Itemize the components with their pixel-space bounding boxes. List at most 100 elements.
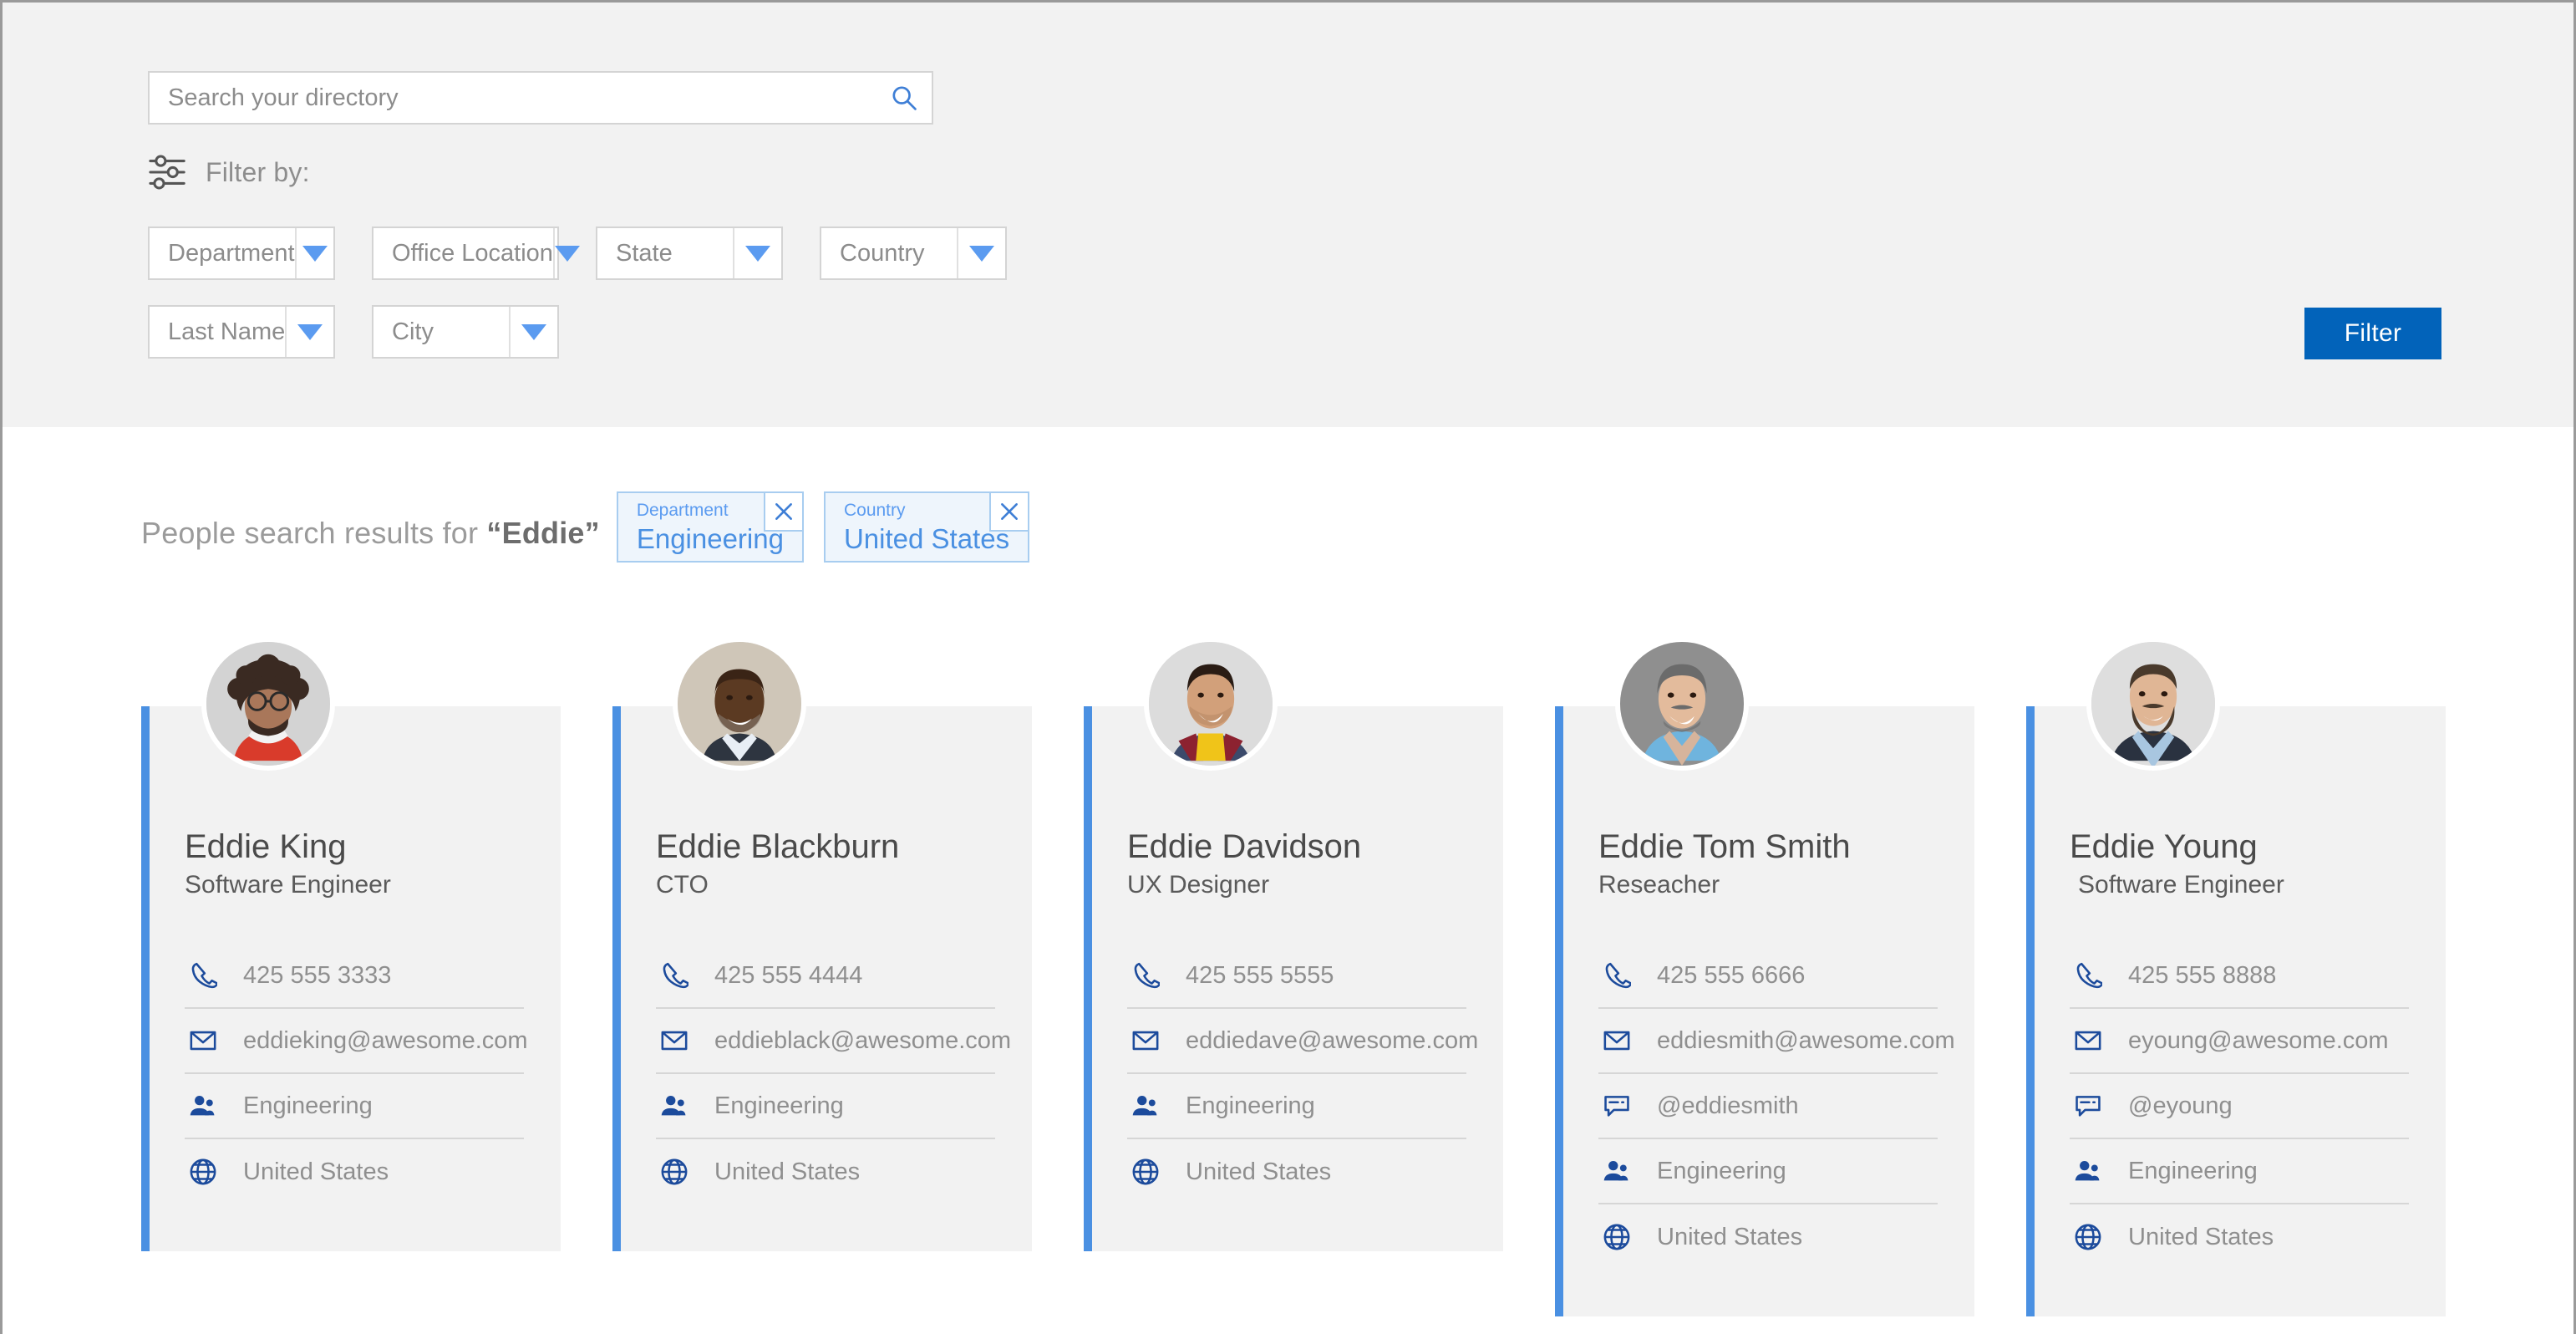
filter-button[interactable]: Filter: [2304, 308, 2441, 359]
chat-icon: [1598, 1087, 1635, 1124]
dropdown-last-name[interactable]: Last Name: [148, 305, 335, 359]
filter-dropdown-row-2: Last Name City: [148, 305, 1761, 359]
phone-icon: [2070, 957, 2106, 994]
person-detail-rows: 425 555 5555 eddiedave@awesome.com Engin…: [1127, 944, 1478, 1204]
search-input[interactable]: [150, 73, 876, 123]
person-card[interactable]: Eddie Tom Smith Reseacher 425 555 6666 e…: [1555, 637, 1974, 1316]
filter-chip-country[interactable]: Country United States: [823, 491, 1030, 563]
person-card[interactable]: Eddie Davidson UX Designer 425 555 5555: [1084, 637, 1503, 1251]
detail-row-phone[interactable]: 425 555 4444: [656, 944, 995, 1009]
dropdown-office-location[interactable]: Office Location: [372, 227, 580, 280]
chevron-down-icon[interactable]: [733, 228, 781, 278]
filter-by-label: Filter by:: [206, 156, 310, 187]
detail-row-country[interactable]: United States: [656, 1139, 995, 1204]
dropdown-department-label: Department: [168, 239, 295, 267]
department-icon: [185, 1087, 221, 1124]
dropdown-last-name-label: Last Name: [168, 318, 286, 345]
detail-phone-value: 425 555 3333: [243, 961, 392, 989]
phone-icon: [1127, 957, 1164, 994]
dropdown-country-label: Country: [840, 239, 925, 267]
chevron-down-icon[interactable]: [552, 228, 580, 278]
detail-row-department[interactable]: Engineering: [1127, 1074, 1466, 1139]
people-directory-page: Filter by: Department Office Location St…: [0, 0, 2576, 1334]
department-icon: [1598, 1153, 1635, 1189]
person-title: Software Engineer: [185, 871, 391, 899]
filter-dropdown-row-1: Department Office Location State Country: [148, 227, 1761, 280]
detail-phone-value: 425 555 6666: [1657, 961, 1806, 989]
close-icon[interactable]: [763, 491, 804, 532]
filter-chip-country-value: United States: [843, 523, 1010, 555]
detail-row-phone[interactable]: 425 555 6666: [1598, 944, 1938, 1009]
dropdown-department[interactable]: Department: [148, 227, 335, 280]
detail-email-value: eyoung@awesome.com: [2128, 1026, 2389, 1054]
chevron-down-icon[interactable]: [285, 307, 333, 357]
dropdown-state-label: State: [616, 239, 673, 267]
detail-row-department[interactable]: Engineering: [185, 1074, 524, 1139]
email-icon: [656, 1022, 693, 1059]
detail-row-email[interactable]: eddieking@awesome.com: [185, 1009, 528, 1074]
person-name: Eddie King: [185, 828, 347, 865]
detail-row-country[interactable]: United States: [185, 1139, 524, 1204]
person-title: CTO: [656, 871, 709, 899]
detail-row-phone[interactable]: 425 555 8888: [2070, 944, 2409, 1009]
person-card[interactable]: Eddie King Software Engineer 425 555 333…: [141, 637, 561, 1251]
phone-icon: [1598, 957, 1635, 994]
detail-row-country[interactable]: United States: [1127, 1139, 1466, 1204]
detail-phone-value: 425 555 4444: [714, 961, 863, 989]
detail-chat-value: @eddiesmith: [1657, 1092, 1799, 1119]
detail-row-department[interactable]: Engineering: [1598, 1139, 1938, 1204]
search-box[interactable]: [148, 71, 933, 125]
detail-row-phone[interactable]: 425 555 5555: [1127, 944, 1466, 1009]
detail-row-department[interactable]: Engineering: [656, 1074, 995, 1139]
dropdown-city-label: City: [392, 318, 434, 345]
detail-row-email[interactable]: eddieblack@awesome.com: [656, 1009, 1011, 1074]
detail-row-email[interactable]: eddiedave@awesome.com: [1127, 1009, 1478, 1074]
detail-country-value: United States: [2128, 1223, 2274, 1250]
detail-row-email[interactable]: eyoung@awesome.com: [2070, 1009, 2409, 1074]
detail-row-department[interactable]: Engineering: [2070, 1139, 2409, 1204]
detail-row-phone[interactable]: 425 555 3333: [185, 944, 524, 1009]
globe-icon: [656, 1153, 693, 1190]
detail-email-value: eddiedave@awesome.com: [1186, 1026, 1479, 1054]
filter-chip-country-label: Country: [843, 501, 906, 520]
detail-row-country[interactable]: United States: [1598, 1204, 1938, 1270]
search-icon[interactable]: [876, 73, 932, 123]
globe-icon: [2070, 1219, 2106, 1255]
filter-chip-department[interactable]: Department Engineering: [616, 491, 804, 563]
department-icon: [1127, 1087, 1164, 1124]
chevron-down-icon[interactable]: [509, 307, 557, 357]
email-icon: [185, 1022, 221, 1059]
person-card[interactable]: Eddie Young Software Engineer 425 555 88…: [2026, 637, 2446, 1316]
person-card[interactable]: Eddie Blackburn CTO 425 555 4444 eddiebl…: [612, 637, 1032, 1251]
detail-row-email[interactable]: eddiesmith@awesome.com: [1598, 1009, 1955, 1074]
detail-country-value: United States: [1657, 1223, 1803, 1250]
dropdown-country[interactable]: Country: [820, 227, 1007, 280]
detail-row-chat[interactable]: @eyoung: [2070, 1074, 2409, 1139]
avatar: [673, 637, 806, 771]
department-icon: [656, 1087, 693, 1124]
active-filter-chips: Department Engineering Country United St…: [616, 491, 1030, 563]
detail-department-value: Engineering: [714, 1092, 844, 1119]
avatar: [1615, 637, 1749, 771]
results-title: People search results for “Eddie”: [141, 516, 600, 563]
detail-chat-value: @eyoung: [2128, 1092, 2233, 1119]
detail-row-chat[interactable]: @eddiesmith: [1598, 1074, 1938, 1139]
detail-country-value: United States: [1186, 1158, 1332, 1185]
chevron-down-icon[interactable]: [294, 228, 333, 278]
filter-panel: Filter by: Department Office Location St…: [3, 3, 2573, 427]
avatar: [1144, 637, 1278, 771]
person-card-list: Eddie King Software Engineer 425 555 333…: [141, 637, 2446, 1316]
dropdown-city[interactable]: City: [372, 305, 559, 359]
detail-row-country[interactable]: United States: [2070, 1204, 2409, 1270]
person-name: Eddie Blackburn: [656, 828, 900, 865]
avatar: [2086, 637, 2220, 771]
close-icon[interactable]: [989, 491, 1030, 532]
detail-email-value: eddieblack@awesome.com: [714, 1026, 1012, 1054]
filter-chip-department-value: Engineering: [636, 523, 784, 555]
detail-phone-value: 425 555 5555: [1186, 961, 1334, 989]
chevron-down-icon[interactable]: [957, 228, 1005, 278]
globe-icon: [1127, 1153, 1164, 1190]
filter-dropdown-grid: Department Office Location State Country: [148, 227, 1761, 384]
detail-phone-value: 425 555 8888: [2128, 961, 2277, 989]
dropdown-state[interactable]: State: [596, 227, 783, 280]
